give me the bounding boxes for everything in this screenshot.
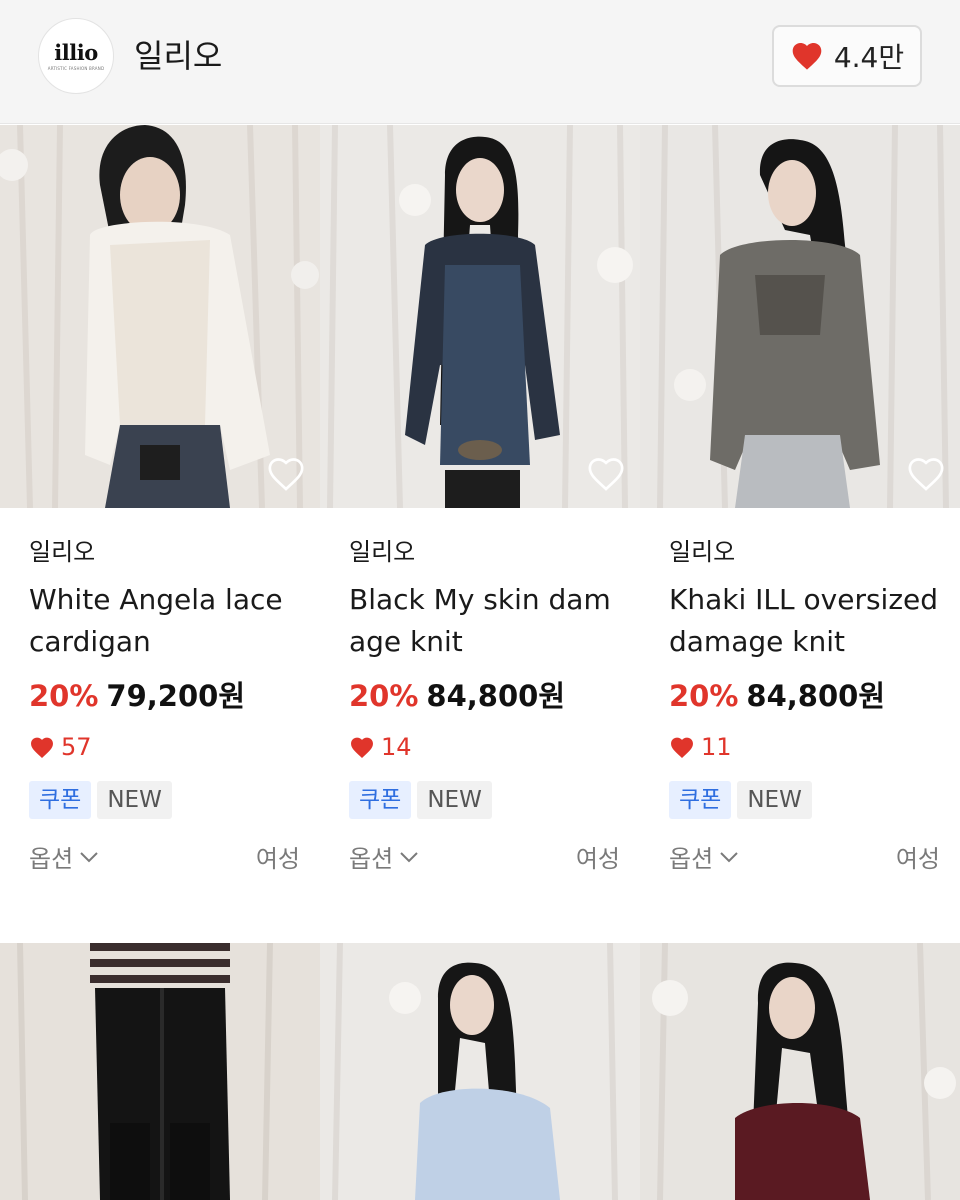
store-header: illio ARTISTIC FASHION BRAND 일리오 4.4만 [0, 0, 960, 124]
product-card[interactable]: 일리오 Khaki ILL oversized damage knit 20% … [640, 125, 960, 925]
gender-label: 여성 [255, 845, 300, 873]
meta-row: 옵션 여성 [349, 839, 620, 874]
brand-like-button[interactable]: 4.4만 [772, 25, 922, 87]
product-info: 일리오 Khaki ILL oversized damage knit 20% … [669, 535, 949, 874]
product-image[interactable] [0, 125, 320, 508]
like-count-row: 14 [349, 733, 629, 761]
tag-list: 쿠폰 NEW [669, 781, 949, 819]
product-info: 일리오 Black My skin dam age knit 20% 84,80… [349, 535, 629, 874]
logo-subtext: ARTISTIC FASHION BRAND [47, 65, 105, 71]
product-name[interactable]: Black My skin dam age knit [349, 579, 629, 663]
brand-title[interactable]: 일리오 [134, 36, 222, 76]
option-toggle[interactable]: 옵션 [669, 839, 739, 874]
heart-filled-icon [351, 737, 373, 758]
product-brand[interactable]: 일리오 [349, 535, 629, 569]
discount-rate: 20% [349, 679, 419, 713]
product-info: 일리오 White Angela lace cardigan 20% 79,20… [29, 535, 309, 874]
price-row: 20% 79,200원 [29, 673, 309, 715]
meta-row: 옵션 여성 [669, 839, 940, 874]
sale-price: 84,800원 [746, 679, 886, 713]
product-card[interactable]: 일리오 Black My skin dam age knit 20% 84,80… [320, 125, 640, 925]
like-count: 57 [61, 733, 92, 761]
tag-list: 쿠폰 NEW [29, 781, 309, 819]
like-count-row: 57 [29, 733, 309, 761]
like-count-row: 11 [669, 733, 949, 761]
chevron-down-icon [720, 851, 738, 862]
option-label: 옵션 [669, 845, 714, 873]
heart-filled-icon [792, 43, 822, 70]
gender-label: 여성 [575, 845, 620, 873]
brand-like-count: 4.4만 [833, 41, 905, 74]
coupon-badge: 쿠폰 [669, 781, 732, 819]
new-badge: NEW [417, 781, 492, 819]
coupon-badge: 쿠폰 [29, 781, 92, 819]
product-image[interactable] [640, 943, 960, 1200]
meta-row: 옵션 여성 [29, 839, 300, 874]
coupon-badge: 쿠폰 [349, 781, 412, 819]
product-image[interactable] [640, 125, 960, 508]
tag-list: 쿠폰 NEW [349, 781, 629, 819]
option-toggle[interactable]: 옵션 [29, 839, 99, 874]
price-row: 20% 84,800원 [349, 673, 629, 715]
chevron-down-icon [400, 851, 418, 862]
product-image[interactable] [0, 943, 320, 1200]
option-toggle[interactable]: 옵션 [349, 839, 419, 874]
chevron-down-icon [80, 851, 98, 862]
like-count: 14 [381, 733, 412, 761]
option-label: 옵션 [349, 845, 394, 873]
product-brand[interactable]: 일리오 [669, 535, 949, 569]
product-card[interactable]: 일리오 White Angela lace cardigan 20% 79,20… [0, 125, 320, 925]
heart-outline-icon[interactable] [586, 454, 626, 494]
gender-label: 여성 [895, 845, 940, 873]
product-name[interactable]: White Angela lace cardigan [29, 579, 309, 663]
new-badge: NEW [737, 781, 812, 819]
discount-rate: 20% [669, 679, 739, 713]
product-brand[interactable]: 일리오 [29, 535, 309, 569]
product-image[interactable] [320, 125, 640, 508]
heart-filled-icon [671, 737, 693, 758]
like-count: 11 [701, 733, 732, 761]
heart-filled-icon [31, 737, 53, 758]
logo-wordmark: illio [54, 39, 98, 65]
product-image[interactable] [320, 943, 640, 1200]
price-row: 20% 84,800원 [669, 673, 949, 715]
sale-price: 84,800원 [426, 679, 566, 713]
heart-outline-icon[interactable] [906, 454, 946, 494]
sale-price: 79,200원 [106, 679, 246, 713]
option-label: 옵션 [29, 845, 74, 873]
brand-logo[interactable]: illio ARTISTIC FASHION BRAND [38, 18, 114, 94]
new-badge: NEW [97, 781, 172, 819]
discount-rate: 20% [29, 679, 99, 713]
heart-outline-icon[interactable] [266, 454, 306, 494]
product-name[interactable]: Khaki ILL oversized damage knit [669, 579, 949, 663]
